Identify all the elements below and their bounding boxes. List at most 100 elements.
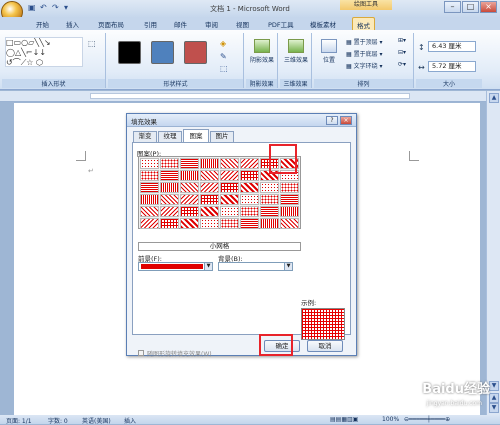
text-wrap-button[interactable]: ▦ 文字环绕 ▾ bbox=[346, 61, 383, 70]
chevron-down-icon[interactable]: ▼ bbox=[204, 263, 212, 270]
prev-page-icon[interactable]: ▲ bbox=[489, 393, 499, 403]
tab-references[interactable]: 引用 bbox=[144, 19, 157, 29]
group-icon[interactable]: ⊟▾ bbox=[398, 49, 406, 56]
pattern-swatch[interactable] bbox=[280, 218, 299, 229]
close-icon[interactable]: × bbox=[480, 1, 497, 13]
pattern-swatch[interactable] bbox=[240, 206, 259, 217]
pattern-swatch[interactable] bbox=[220, 158, 239, 169]
bring-to-front-button[interactable]: ▦ 置于顶层 ▾ bbox=[346, 37, 383, 46]
vertical-scrollbar[interactable]: ▲ ▼ ▲ ▼ bbox=[486, 91, 500, 415]
view-buttons-icon[interactable]: ▤▤▦▥▣ bbox=[330, 416, 358, 423]
foreground-color-select[interactable]: ▼ bbox=[138, 262, 213, 271]
fill-color-icon[interactable]: ◈ bbox=[220, 39, 226, 48]
help-button[interactable]: ? bbox=[326, 116, 338, 125]
style-swatch-blue[interactable] bbox=[151, 41, 174, 64]
pattern-swatch[interactable] bbox=[180, 206, 199, 217]
tab-page-layout[interactable]: 页面布局 bbox=[98, 19, 124, 29]
rotate-icon[interactable]: ⟳▾ bbox=[398, 61, 406, 68]
pattern-swatch[interactable] bbox=[240, 158, 259, 169]
minimize-icon[interactable]: – bbox=[444, 1, 461, 13]
pattern-swatch[interactable] bbox=[180, 158, 199, 169]
position-button[interactable]: 位置 bbox=[314, 36, 344, 64]
pattern-swatch[interactable] bbox=[160, 170, 179, 181]
tab-review[interactable]: 审阅 bbox=[205, 19, 218, 29]
change-shape-icon[interactable]: ⬚ bbox=[220, 64, 228, 73]
rotate-with-shape-checkbox[interactable] bbox=[138, 350, 144, 356]
pattern-swatch[interactable] bbox=[180, 182, 199, 193]
pattern-swatch[interactable] bbox=[140, 182, 159, 193]
zoom-slider[interactable]: ⊖━━━━━┿━━━━⊕ bbox=[404, 416, 450, 423]
zoom-level[interactable]: 100% bbox=[382, 416, 399, 423]
tab-texture[interactable]: 纹理 bbox=[158, 131, 182, 142]
tab-gradient[interactable]: 渐变 bbox=[133, 131, 157, 142]
pattern-swatch[interactable] bbox=[140, 158, 159, 169]
edit-shape-icon[interactable]: ⬚ bbox=[88, 39, 96, 48]
chevron-down-icon[interactable]: ▼ bbox=[284, 263, 292, 270]
pattern-swatch[interactable] bbox=[260, 206, 279, 217]
pattern-swatch[interactable] bbox=[160, 194, 179, 205]
pattern-swatch[interactable] bbox=[240, 182, 259, 193]
pattern-swatch[interactable] bbox=[140, 218, 159, 229]
pattern-swatch[interactable] bbox=[180, 170, 199, 181]
send-to-back-button[interactable]: ▦ 置于底层 ▾ bbox=[346, 49, 383, 58]
group-shadow-effects: 阴影效果 阴影效果 bbox=[246, 33, 278, 88]
sample-label: 示例: bbox=[301, 299, 317, 307]
align-icon[interactable]: ⊞▾ bbox=[398, 37, 406, 44]
pattern-swatch[interactable] bbox=[200, 170, 219, 181]
pattern-swatch[interactable] bbox=[140, 194, 159, 205]
pattern-swatch[interactable] bbox=[220, 218, 239, 229]
dialog-close-button[interactable]: × bbox=[340, 116, 352, 125]
pattern-swatch[interactable] bbox=[240, 194, 259, 205]
3d-effects-button[interactable]: 三维效果 bbox=[281, 36, 311, 64]
pattern-swatch[interactable] bbox=[260, 194, 279, 205]
tab-pattern[interactable]: 图案 bbox=[183, 129, 209, 143]
group-insert-shapes: □▭○▱╲╲↘ ◯△╲⌐↓↓ ↺⌒⟋☆ ⬡ ⬚ 插入形状 bbox=[2, 33, 106, 88]
pattern-swatch[interactable] bbox=[140, 170, 159, 181]
next-page-icon[interactable]: ▼ bbox=[489, 403, 499, 413]
pattern-swatch[interactable] bbox=[200, 194, 219, 205]
tab-view[interactable]: 视图 bbox=[236, 19, 249, 29]
pattern-swatch[interactable] bbox=[180, 194, 199, 205]
pattern-swatch[interactable] bbox=[160, 218, 179, 229]
pattern-swatch[interactable] bbox=[160, 182, 179, 193]
pattern-swatch[interactable] bbox=[240, 218, 259, 229]
height-input[interactable]: 6.43 厘米 bbox=[428, 41, 476, 52]
pattern-swatch[interactable] bbox=[280, 206, 299, 217]
pattern-swatch[interactable] bbox=[200, 218, 219, 229]
shadow-effects-button[interactable]: 阴影效果 bbox=[247, 36, 277, 64]
scroll-down-icon[interactable]: ▼ bbox=[489, 381, 499, 391]
tab-picture[interactable]: 图片 bbox=[210, 131, 234, 142]
tab-insert[interactable]: 插入 bbox=[66, 19, 79, 29]
pattern-swatch[interactable] bbox=[220, 182, 239, 193]
pattern-swatch[interactable] bbox=[160, 206, 179, 217]
width-input[interactable]: 5.72 厘米 bbox=[428, 61, 476, 72]
pattern-swatch[interactable] bbox=[260, 218, 279, 229]
background-color-select[interactable]: ▼ bbox=[218, 262, 293, 271]
tab-format[interactable]: 格式 bbox=[352, 17, 375, 31]
outline-color-icon[interactable]: ✎ bbox=[220, 52, 227, 61]
tab-templates[interactable]: 模板素材 bbox=[310, 19, 336, 29]
style-swatch-red[interactable] bbox=[184, 41, 207, 64]
pattern-swatch[interactable] bbox=[280, 194, 299, 205]
pattern-swatch[interactable] bbox=[280, 182, 299, 193]
shapes-gallery[interactable]: □▭○▱╲╲↘ ◯△╲⌐↓↓ ↺⌒⟋☆ ⬡ bbox=[5, 37, 83, 67]
pattern-swatch[interactable] bbox=[180, 218, 199, 229]
pattern-swatch[interactable] bbox=[220, 194, 239, 205]
pattern-swatch[interactable] bbox=[240, 170, 259, 181]
scroll-up-icon[interactable]: ▲ bbox=[489, 93, 499, 103]
pattern-swatch[interactable] bbox=[200, 158, 219, 169]
pattern-swatch[interactable] bbox=[200, 206, 219, 217]
pattern-swatch[interactable] bbox=[260, 182, 279, 193]
pattern-swatch[interactable] bbox=[160, 158, 179, 169]
pattern-swatch[interactable] bbox=[200, 182, 219, 193]
tab-mailings[interactable]: 邮件 bbox=[174, 19, 187, 29]
pattern-swatch[interactable] bbox=[140, 206, 159, 217]
cancel-button[interactable]: 取消 bbox=[307, 340, 343, 352]
window-title: 文档 1 - Microsoft Word bbox=[210, 5, 290, 13]
maximize-icon[interactable]: □ bbox=[462, 1, 479, 13]
pattern-swatch[interactable] bbox=[220, 206, 239, 217]
style-swatch-black[interactable] bbox=[118, 41, 141, 64]
tab-home[interactable]: 开始 bbox=[36, 19, 49, 29]
pattern-swatch[interactable] bbox=[220, 170, 239, 181]
tab-pdf-tools[interactable]: PDF工具 bbox=[268, 19, 294, 29]
